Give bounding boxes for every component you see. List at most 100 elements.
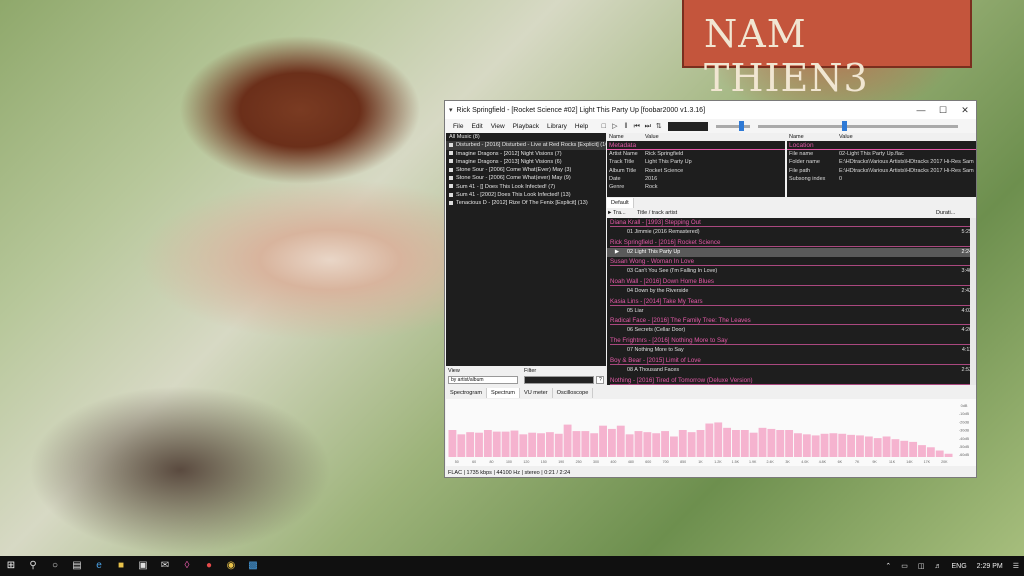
- playlist-group-header[interactable]: Boy & Bear - [2015] Limit of Love: [607, 356, 976, 366]
- tab-vu-meter[interactable]: VU meter: [520, 388, 553, 398]
- property-row[interactable]: File path E:\HDtracks\Various Artists\HDt…: [787, 167, 976, 175]
- library-item[interactable]: Sum 41 - [2002] Does This Look Infected!…: [446, 191, 606, 199]
- playlist-group-header[interactable]: Radical Face - [2016] The Family Tree: T…: [607, 316, 976, 326]
- notifications-icon[interactable]: ☰: [1008, 562, 1024, 570]
- col-duration[interactable]: Durati...: [936, 209, 976, 218]
- filter-input[interactable]: [524, 376, 594, 384]
- playlist-track-row[interactable]: 01 Jimmie (2016 Remastered) 5:25: [607, 228, 976, 238]
- network-icon[interactable]: ◫: [913, 562, 930, 570]
- language-indicator[interactable]: ENG: [946, 563, 971, 570]
- property-row[interactable]: Artist Name Rick Springfield: [607, 150, 785, 158]
- expand-icon[interactable]: [449, 167, 453, 172]
- photoshop-icon[interactable]: ▩: [242, 556, 264, 576]
- property-row[interactable]: Album Title Rocket Science: [607, 167, 785, 175]
- tab-default[interactable]: Default: [607, 198, 634, 208]
- playlist-group-header[interactable]: Noah Wall - [2016] Down Home Blues: [607, 277, 976, 287]
- library-item[interactable]: All Music (8): [446, 133, 606, 141]
- filter-help-button[interactable]: ?: [596, 376, 604, 384]
- library-item[interactable]: Disturbed - [2016] Disturbed - Live at R…: [446, 141, 606, 150]
- expand-icon[interactable]: [449, 200, 453, 205]
- library-item[interactable]: Stone Sour - [2006] Come What(Ever) May …: [446, 166, 606, 174]
- view-select[interactable]: by artist/album: [448, 376, 518, 384]
- store-icon[interactable]: ▣: [132, 556, 154, 576]
- show-hidden-icon[interactable]: ⌃: [880, 562, 896, 570]
- playlist-group-header[interactable]: Kasia Lins - [2014] Take My Tears: [607, 297, 976, 307]
- property-row[interactable]: Genre Rock: [607, 183, 785, 191]
- tab-spectrogram[interactable]: Spectrogram: [446, 388, 488, 398]
- minimize-button[interactable]: —: [910, 105, 932, 115]
- maximize-button[interactable]: ☐: [932, 105, 954, 116]
- menu-playback[interactable]: Playback: [509, 123, 543, 130]
- menu-edit[interactable]: Edit: [467, 123, 486, 130]
- random-icon[interactable]: ⇅: [654, 122, 663, 131]
- col-track[interactable]: Tra...: [613, 209, 637, 218]
- start-icon[interactable]: ⊞: [0, 556, 22, 576]
- next-icon[interactable]: ⏭: [643, 122, 652, 131]
- volume-icon[interactable]: ♬: [929, 563, 946, 570]
- expand-icon[interactable]: [449, 151, 453, 156]
- previous-icon[interactable]: ⏮: [632, 122, 641, 131]
- search-icon[interactable]: ⚲: [22, 556, 44, 576]
- menu-file[interactable]: File: [449, 123, 467, 130]
- expand-icon[interactable]: [449, 142, 453, 147]
- mail-icon[interactable]: ✉: [154, 556, 176, 576]
- playlist-track-row[interactable]: 04 Down by the Riverside 2:42: [607, 287, 976, 297]
- col-title[interactable]: Title / track artist: [637, 209, 936, 218]
- playlist-group-header[interactable]: Diana Krall - [1993] Stepping Out: [607, 218, 976, 228]
- cortana-icon[interactable]: ○: [44, 556, 66, 576]
- edge-icon[interactable]: e: [88, 556, 110, 576]
- tab-oscilloscope[interactable]: Oscilloscope: [553, 388, 594, 398]
- library-item[interactable]: Imagine Dragons - [2013] Night Visions (…: [446, 158, 606, 166]
- play-icon[interactable]: ▷: [610, 122, 619, 131]
- playlist-group-header[interactable]: Nothing - [2016] Tired of Tomorrow (Delu…: [607, 376, 976, 386]
- menu-view[interactable]: View: [487, 123, 509, 130]
- library-item[interactable]: Imagine Dragons - [2012] Night Visions (…: [446, 150, 606, 158]
- expand-icon[interactable]: [449, 176, 453, 180]
- volume-slider[interactable]: [716, 120, 751, 131]
- property-row[interactable]: Date 2016: [607, 175, 785, 183]
- playlist-track-row[interactable]: 07 Nothing More to Say 4:11: [607, 346, 976, 356]
- pause-icon[interactable]: ‖: [621, 122, 630, 131]
- menu-help[interactable]: Help: [571, 123, 592, 130]
- playlist-track-row[interactable]: 08 A Thousand Faces 2:53: [607, 366, 976, 376]
- col-value[interactable]: Value: [839, 133, 853, 141]
- library-item[interactable]: Tenacious D - [2012] Rize Of The Fenix […: [446, 199, 606, 207]
- title-bar[interactable]: ▾ Rick Springfield - [Rocket Science #02…: [445, 101, 976, 119]
- property-row[interactable]: Folder name E:\HDtracks\Various Artists\H…: [787, 158, 976, 166]
- app-icon-pink[interactable]: ◊: [176, 556, 198, 576]
- library-item[interactable]: Sum 41 - [] Does This Look Infected! (7): [446, 183, 606, 191]
- playlist-scrollbar[interactable]: [970, 218, 976, 385]
- playlist-group-header[interactable]: Rick Springfield - [2016] Rocket Science: [607, 238, 976, 248]
- expand-icon[interactable]: [449, 159, 453, 164]
- seek-knob[interactable]: [842, 120, 848, 131]
- expand-icon[interactable]: [449, 184, 453, 189]
- stop-icon[interactable]: □: [599, 122, 608, 131]
- col-name[interactable]: Name: [787, 133, 839, 141]
- file-explorer-icon[interactable]: ■: [110, 556, 132, 576]
- seek-bar[interactable]: [758, 120, 959, 131]
- property-row[interactable]: Subsong index 0: [787, 175, 976, 183]
- playlist-track-row[interactable]: 05 Liar 4:03: [607, 307, 976, 317]
- menu-library[interactable]: Library: [543, 123, 571, 130]
- volume-knob[interactable]: [739, 120, 745, 131]
- close-button[interactable]: ✕: [954, 105, 976, 116]
- library-item[interactable]: Stone Sour - [2006] Come What(ever) May …: [446, 174, 606, 182]
- tab-spectrum[interactable]: Spectrum: [487, 388, 520, 398]
- frequency-tick: 1.5K: [732, 460, 740, 464]
- battery-icon[interactable]: ▭: [896, 562, 913, 570]
- task-view-icon[interactable]: ▤: [66, 556, 88, 576]
- playlist-group-header[interactable]: Susan Wong - Woman In Love: [607, 257, 976, 267]
- col-value[interactable]: Value: [645, 133, 659, 141]
- property-row[interactable]: Track Title Light This Party Up: [607, 158, 785, 166]
- expand-icon[interactable]: [449, 192, 453, 197]
- chrome-icon[interactable]: ◉: [220, 556, 242, 576]
- playlist-track-row[interactable]: ▶ 02 Light This Party Up 2:24: [607, 247, 976, 258]
- playlist-track-row[interactable]: 03 Can't You See (I'm Falling In Love) 3:…: [607, 267, 976, 277]
- app-icon-red[interactable]: ●: [198, 556, 220, 576]
- property-row[interactable]: File name 02-Light This Party Up.flac: [787, 150, 976, 158]
- playlist-group-header[interactable]: The Frightnrs - [2016] Nothing More to S…: [607, 336, 976, 346]
- playlist-track-row[interactable]: 06 Secrets (Cellar Door) 4:26: [607, 326, 976, 336]
- clock[interactable]: 2:29 PM: [972, 563, 1008, 570]
- col-name[interactable]: Name: [607, 133, 645, 141]
- library-item-label: Sum 41 - [2002] Does This Look Infected!…: [456, 192, 571, 199]
